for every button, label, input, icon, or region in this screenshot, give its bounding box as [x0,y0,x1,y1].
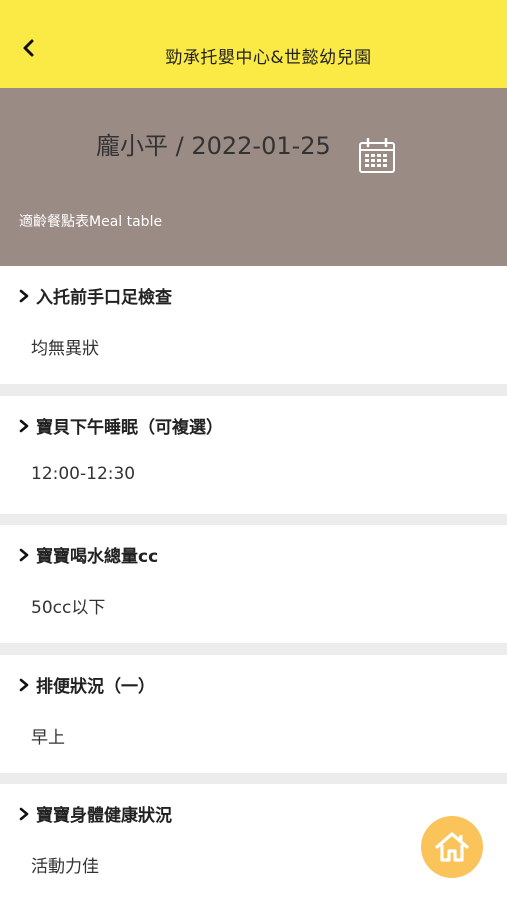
section-title: 寶寶喝水總量cc [36,547,159,567]
meal-table-link[interactable]: 適齡餐點表Meal table [19,211,162,231]
chevron-right-icon [19,548,29,561]
chevron-right-icon [19,289,29,302]
section-title: 入托前手口足檢查 [36,288,172,308]
section-bowel-movement: 排便狀況（一） 早上 [0,655,507,773]
page-title: 勁承托嬰中心&世懿幼兒園 [165,48,372,68]
section-value: 早上 [31,728,65,748]
chevron-right-icon [19,807,29,820]
top-app-bar: 勁承托嬰中心&世懿幼兒園 [0,0,507,88]
section-title: 寶貝下午睡眠（可複選） [36,418,223,438]
child-name-date: 龐小平 / 2022-01-25 [96,132,331,160]
section-title: 排便狀況（一） [36,677,155,697]
section-water-intake: 寶寶喝水總量cc 50cc以下 [0,525,507,643]
section-value: 均無異狀 [31,339,99,359]
section-value: 活動力佳 [31,857,99,877]
section-afternoon-nap: 寶貝下午睡眠（可複選） 12:00-12:30 [0,396,507,514]
chevron-right-icon [19,678,29,691]
calendar-icon [359,137,395,173]
child-info-banner: 龐小平 / 2022-01-25 適齡餐點表Meal table [0,88,507,266]
section-hand-foot-mouth-check: 入托前手口足檢查 均無異狀 [0,266,507,384]
back-button[interactable] [14,34,42,62]
calendar-button[interactable] [358,137,396,174]
home-button[interactable] [421,816,483,878]
chevron-right-icon [19,419,29,432]
section-value: 12:00-12:30 [31,464,136,484]
section-title: 寶寶身體健康狀況 [36,806,172,826]
home-icon [435,832,469,862]
chevron-left-icon [23,39,34,57]
section-value: 50cc以下 [31,598,106,618]
